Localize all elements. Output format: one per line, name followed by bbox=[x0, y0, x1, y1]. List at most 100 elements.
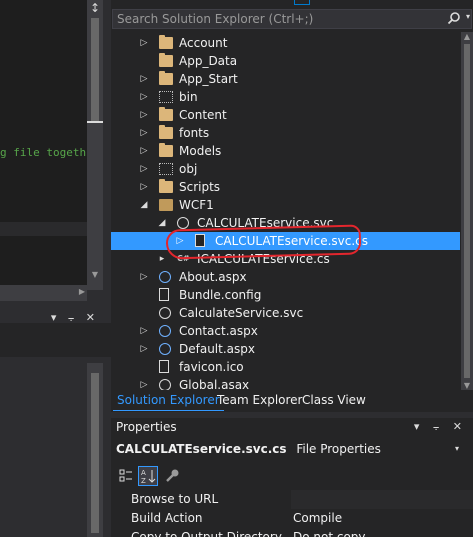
tree-item[interactable]: ▷ App_Start bbox=[111, 70, 460, 88]
expand-arrow-icon[interactable]: ▷ bbox=[139, 106, 149, 124]
expand-arrow-icon[interactable]: ▷ bbox=[139, 178, 149, 196]
chevron-down-icon[interactable]: ▾ bbox=[455, 444, 459, 453]
tree-item[interactable]: ▷ Global.asax bbox=[111, 376, 460, 390]
scroll-marker bbox=[87, 121, 103, 123]
expand-arrow-icon[interactable]: ◢ bbox=[139, 196, 149, 214]
search-input[interactable] bbox=[117, 11, 437, 27]
tree-item-label: About.aspx bbox=[179, 270, 247, 284]
tree-item-label: favicon.ico bbox=[179, 360, 244, 374]
property-value[interactable]: Compile bbox=[293, 509, 342, 528]
tree-item-label: WCF1 bbox=[179, 198, 214, 212]
expand-arrow-icon[interactable]: ▷ bbox=[139, 160, 149, 178]
tree-item-label: Content bbox=[179, 108, 227, 122]
categorized-view-button[interactable] bbox=[116, 466, 136, 486]
tree-item[interactable]: ◢ WCF1 bbox=[111, 196, 460, 214]
web-service-icon bbox=[177, 217, 189, 229]
folder-icon bbox=[159, 35, 173, 49]
solution-tree[interactable]: ▷ Account App_Data ▷ App_Start ▷ bin ▷ Content ▷ f… bbox=[111, 32, 460, 390]
scroll-up-arrow-icon[interactable]: ▲ bbox=[461, 32, 473, 41]
toolbar-button-edge[interactable] bbox=[294, 0, 310, 5]
tree-item[interactable]: CalculateService.svc bbox=[111, 304, 460, 322]
folder-dotted-icon bbox=[159, 163, 173, 175]
split-window-icon[interactable]: ↕ bbox=[87, 0, 103, 17]
object-selector[interactable]: CALCULATEservice.svc.cs File Properties … bbox=[116, 442, 459, 456]
panel-vertical-scrollbar[interactable] bbox=[87, 363, 103, 537]
folder-dotted-icon bbox=[159, 91, 173, 103]
tree-item[interactable]: App_Data bbox=[111, 52, 460, 70]
expand-arrow-icon[interactable]: ▷ bbox=[139, 142, 149, 160]
property-row[interactable]: Copy to Output Directory Do not copy bbox=[111, 528, 473, 537]
tree-scroll-thumb[interactable] bbox=[464, 44, 470, 378]
search-icon[interactable] bbox=[447, 11, 461, 25]
tree-item[interactable]: ▷ Content bbox=[111, 106, 460, 124]
web-page-icon bbox=[159, 325, 171, 337]
tree-item[interactable]: ▷ obj bbox=[111, 160, 460, 178]
scroll-right-arrow-icon[interactable]: ▶ bbox=[79, 287, 85, 296]
editor-scroll-thumb[interactable] bbox=[91, 18, 99, 122]
tree-item[interactable]: Bundle.config bbox=[111, 286, 460, 304]
editor-strip bbox=[0, 222, 87, 236]
tree-vertical-scrollbar[interactable]: ▲ ▼ bbox=[461, 32, 473, 390]
property-row[interactable]: Build Action Compile bbox=[111, 509, 473, 528]
tree-item-label: App_Data bbox=[179, 54, 238, 68]
properties-title: Properties bbox=[116, 420, 177, 434]
property-pages-button[interactable] bbox=[162, 466, 182, 486]
expand-arrow-icon[interactable] bbox=[139, 358, 149, 376]
tab-solution-explorer[interactable]: Solution Explorer bbox=[113, 391, 224, 411]
red-annotation-circle bbox=[165, 224, 362, 260]
tree-item-label: Contact.aspx bbox=[179, 324, 258, 338]
expand-arrow-icon[interactable]: ▷ bbox=[139, 268, 149, 286]
tree-item[interactable]: ▷ Contact.aspx bbox=[111, 322, 460, 340]
tree-item-label: App_Start bbox=[179, 72, 238, 86]
scroll-down-arrow-icon[interactable]: ▼ bbox=[461, 381, 473, 390]
folder-open-icon bbox=[159, 199, 173, 211]
search-box[interactable]: ▾ bbox=[112, 9, 472, 29]
tree-item[interactable]: ▷ bin bbox=[111, 88, 460, 106]
object-name: CALCULATEservice.svc.cs bbox=[116, 442, 287, 456]
expand-arrow-icon[interactable]: ▷ bbox=[139, 88, 149, 106]
scroll-down-arrow-icon[interactable]: ▼ bbox=[87, 268, 103, 282]
property-value[interactable]: Do not copy bbox=[293, 528, 366, 537]
tree-item-label: fonts bbox=[179, 126, 210, 140]
expand-arrow-icon[interactable] bbox=[139, 286, 149, 304]
tree-item[interactable]: ▷ About.aspx bbox=[111, 268, 460, 286]
expand-arrow-icon[interactable] bbox=[139, 304, 149, 322]
lower-left-panel: ▾ ⨪ ✕ bbox=[0, 301, 111, 537]
search-options-dropdown-icon[interactable]: ▾ bbox=[466, 12, 470, 21]
tree-item[interactable]: ▷ Account bbox=[111, 34, 460, 52]
folder-icon bbox=[159, 71, 173, 85]
tab-team-explorer[interactable]: Team Explorer bbox=[213, 391, 307, 411]
expand-arrow-icon[interactable]: ▷ bbox=[139, 376, 149, 390]
expand-arrow-icon[interactable]: ◢ bbox=[157, 214, 167, 232]
expand-arrow-icon[interactable]: ▷ bbox=[139, 70, 149, 88]
folder-icon bbox=[159, 143, 173, 157]
code-editor[interactable]: g file togeth bbox=[0, 0, 87, 290]
config-file-icon bbox=[159, 288, 169, 301]
property-row[interactable]: Browse to URL bbox=[111, 490, 473, 509]
expand-arrow-icon[interactable]: ▷ bbox=[139, 34, 149, 52]
tree-item[interactable]: ▷ Default.aspx bbox=[111, 340, 460, 358]
categorized-icon bbox=[119, 469, 132, 482]
expand-arrow-icon[interactable]: ▷ bbox=[139, 322, 149, 340]
expand-arrow-icon[interactable] bbox=[139, 52, 149, 70]
tree-item-label: Account bbox=[179, 36, 228, 50]
expand-arrow-icon[interactable]: ▷ bbox=[139, 124, 149, 142]
editor-horizontal-scrollbar[interactable]: ▶ bbox=[0, 285, 87, 301]
tree-item-label: obj bbox=[179, 162, 198, 176]
expand-arrow-icon[interactable]: ▸ bbox=[157, 250, 167, 268]
tree-item[interactable]: ▷ Models bbox=[111, 142, 460, 160]
panel-window-controls[interactable]: ▾ ⨪ ✕ bbox=[414, 420, 467, 434]
tree-item[interactable]: ▷ fonts bbox=[111, 124, 460, 142]
editor-vertical-scrollbar[interactable] bbox=[87, 0, 103, 290]
tree-item[interactable]: ▷ Scripts bbox=[111, 178, 460, 196]
panel-band bbox=[0, 323, 111, 357]
property-name: Copy to Output Directory bbox=[131, 530, 282, 537]
property-value-cell[interactable] bbox=[291, 490, 473, 509]
panel-scroll-thumb[interactable] bbox=[91, 373, 99, 533]
property-name: Build Action bbox=[131, 511, 203, 525]
tree-item[interactable]: favicon.ico bbox=[111, 358, 460, 376]
folder-icon bbox=[159, 179, 173, 193]
expand-arrow-icon[interactable]: ▷ bbox=[139, 340, 149, 358]
alphabetical-view-button[interactable]: A Z bbox=[138, 466, 158, 486]
tab-class-view[interactable]: Class View bbox=[298, 391, 370, 411]
